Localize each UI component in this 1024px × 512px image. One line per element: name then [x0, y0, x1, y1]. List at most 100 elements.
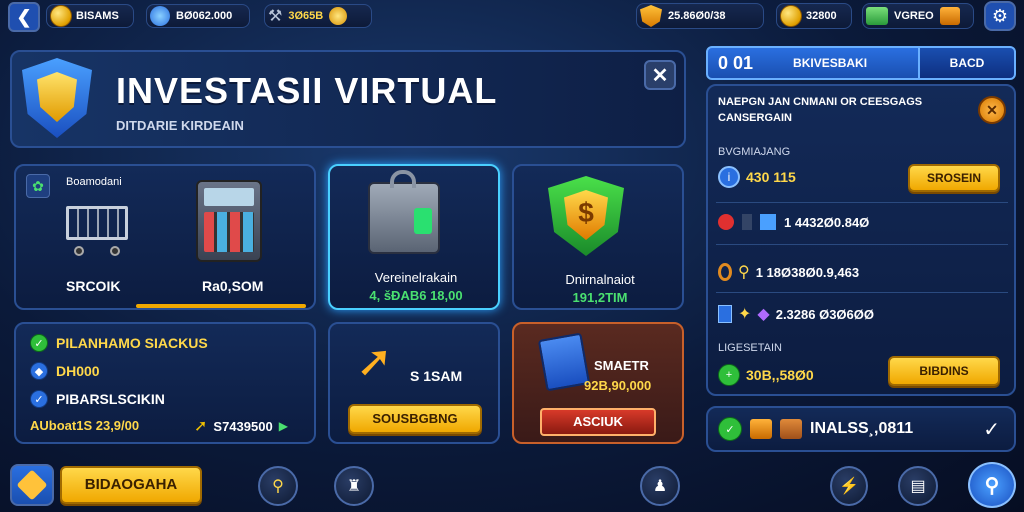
bottom-profile-button[interactable]: ♟: [640, 466, 680, 506]
asset-row-3-value: 2.3286 Ø3Ø6ØØ: [775, 306, 874, 322]
wrench-icon: ⚒: [268, 8, 283, 25]
currency-gems[interactable]: BØ062.000: [146, 4, 250, 28]
bottom-search-button[interactable]: ⚲: [258, 466, 298, 506]
currency-right-1-value: 25.86Ø0/38: [668, 10, 726, 22]
notice-close-button[interactable]: ✕: [978, 96, 1006, 124]
gold-coin-icon-2: [780, 5, 802, 27]
progress-bar: [136, 304, 306, 308]
asset-row-2[interactable]: ⚲ 1 18Ø38Ø0.9,463: [718, 262, 859, 282]
currency-right-3-label: VGREO: [894, 10, 934, 22]
play-icon[interactable]: ▶: [279, 419, 288, 433]
footer-check-icon: ✓: [718, 417, 742, 441]
card-shop-right-label: Ra0,SOM: [202, 278, 264, 294]
person-icon: ♟: [652, 478, 668, 495]
card-shop-left-label: SRCOIK: [66, 278, 121, 294]
tab-id-number: 0 01: [718, 52, 754, 73]
right-footer-label: INALSS¸,0811: [810, 420, 914, 437]
card-shop[interactable]: ✿ Boamodani SRCOIK Ra0,SOM: [14, 164, 316, 310]
divider-2: [716, 244, 1008, 245]
card-icon: [718, 305, 732, 323]
action-box-smart-label: SMAETR: [594, 358, 649, 373]
check-icon-2: ✓: [30, 390, 48, 408]
header-panel: INVESTASII VIRTUAL DITDARIE KIRDEAIN ✕: [10, 50, 686, 148]
section1-button[interactable]: SROSEIN: [908, 164, 1000, 192]
card-shield-value: 191,2TIM: [572, 290, 628, 305]
tab-id[interactable]: 0 01 BKIVESBAKI: [706, 46, 920, 80]
status-item-2: DH000: [56, 363, 100, 379]
currency-right-1[interactable]: 25.86Ø0/38: [636, 3, 764, 29]
divider-3: [716, 292, 1008, 293]
footer-tick-icon[interactable]: ✓: [983, 417, 1000, 442]
arrow-up-icon: ➚: [194, 418, 208, 435]
right-panel: NAEPGN JAN CNMANI OR CEESGAGS CANSERGAIN…: [706, 84, 1016, 396]
treasure-icon: [939, 7, 960, 25]
status-list-panel: ✓ PILANHAMO SIACKUS ◆ DH000 ✓ PIBARSLSCI…: [14, 322, 316, 444]
right-footer[interactable]: ✓ INALSS¸,0811 ✓: [706, 406, 1016, 452]
tab-back[interactable]: BACD: [920, 46, 1016, 80]
dollar-shield-icon: $: [548, 176, 624, 256]
card-safe[interactable]: Vereinelrakain 4, šĐAB6 18,00: [328, 164, 500, 310]
block-icon: [742, 214, 752, 230]
star-icon: ✦: [738, 306, 752, 323]
card-shield[interactable]: $ Dnirnalnaiot 191,2TIM: [512, 164, 684, 310]
currency-gold[interactable]: BISAMS: [46, 4, 134, 28]
action-box-smart-value: 92B,90,000: [584, 378, 652, 393]
section1-title: BVGMIAJANG: [718, 146, 791, 158]
currency-energy[interactable]: ⚒ 3Ø65B: [264, 4, 372, 28]
asset-row-3[interactable]: ✦ ◆ 2.3286 Ø3Ø6ØØ: [718, 304, 874, 324]
asset-row-1-value: 1 4432Ø0.84Ø: [784, 214, 870, 230]
close-icon: ✕: [651, 64, 669, 87]
page-subtitle: DITDARIE KIRDEAIN: [116, 118, 244, 133]
gold-coin-icon: [50, 5, 72, 27]
tag-icon: [16, 469, 48, 501]
card-shield-label: Dnirnalnaiot: [565, 272, 635, 287]
calculator-icon: [196, 180, 262, 262]
asset-row-1[interactable]: 1 4432Ø0.84Ø: [718, 214, 869, 230]
safe-box-icon: [368, 170, 440, 254]
save-icon: ▤: [910, 478, 926, 495]
currency-right-3[interactable]: VGREO: [862, 3, 974, 29]
gem-icon: [150, 6, 170, 26]
close-icon-small: ✕: [986, 101, 998, 118]
currency-gold-label: BISAMS: [76, 10, 119, 22]
footer-chest-icon: [750, 419, 772, 439]
section2-title: LIGESETAIN: [718, 342, 782, 354]
currency-right-2-value: 32800: [806, 10, 837, 22]
plus-icon: +: [718, 364, 740, 386]
lightning-icon: ⚡: [839, 478, 859, 495]
tab-back-label: BACD: [949, 56, 985, 70]
action-box-growth: ➚ S 1SAM SOUSBGBNG: [328, 322, 500, 444]
cookie-icon: [329, 7, 348, 25]
back-arrow-icon: ❮: [16, 6, 32, 27]
section2-value: 30B,,58Ø0: [746, 367, 814, 383]
bottom-search-main-button[interactable]: ⚲: [968, 462, 1016, 508]
bottom-bank-button[interactable]: ♜: [334, 466, 374, 506]
back-button[interactable]: ❮: [8, 2, 40, 32]
currency-gems-value: BØ062.000: [176, 10, 233, 22]
action-box-smart: SMAETR 92B,90,000 ASCIUK: [512, 322, 684, 444]
bottom-main-button[interactable]: BIDAOGAHA: [60, 466, 202, 504]
bottom-save-button[interactable]: ▤: [898, 466, 938, 506]
status-item-1: PILANHAMO SIACKUS: [56, 335, 208, 351]
bottom-bolt-button[interactable]: ⚡: [830, 466, 868, 506]
diamond-icon: ◆: [30, 362, 48, 380]
page-title: INVESTASII VIRTUAL: [116, 70, 498, 111]
search-icon: ⚲: [984, 474, 1000, 497]
smart-action-button[interactable]: ASCIUK: [540, 408, 656, 436]
list-footer-left: AUboat1S 23,9/00: [30, 418, 140, 433]
close-button[interactable]: ✕: [644, 60, 676, 90]
check-icon-1: ✓: [30, 334, 48, 352]
red-gem-icon: [718, 214, 734, 230]
cube-icon: [760, 214, 776, 230]
section2-button[interactable]: BIBDINS: [888, 356, 1000, 386]
currency-right-2[interactable]: 32800: [776, 3, 852, 29]
growth-action-button[interactable]: SOUSBGBNG: [348, 404, 482, 434]
ring-icon: [718, 263, 732, 281]
divider-1: [716, 202, 1008, 203]
currency-energy-value: 3Ø65B: [288, 10, 324, 22]
growth-arrow-icon: ➚: [356, 337, 393, 386]
settings-button[interactable]: ⚙: [984, 1, 1016, 31]
bottom-tag-button[interactable]: [10, 464, 54, 506]
status-item-3: PIBARSLSCIKIN: [56, 391, 165, 407]
asset-row-2-value: 1 18Ø38Ø0.9,463: [755, 264, 860, 280]
